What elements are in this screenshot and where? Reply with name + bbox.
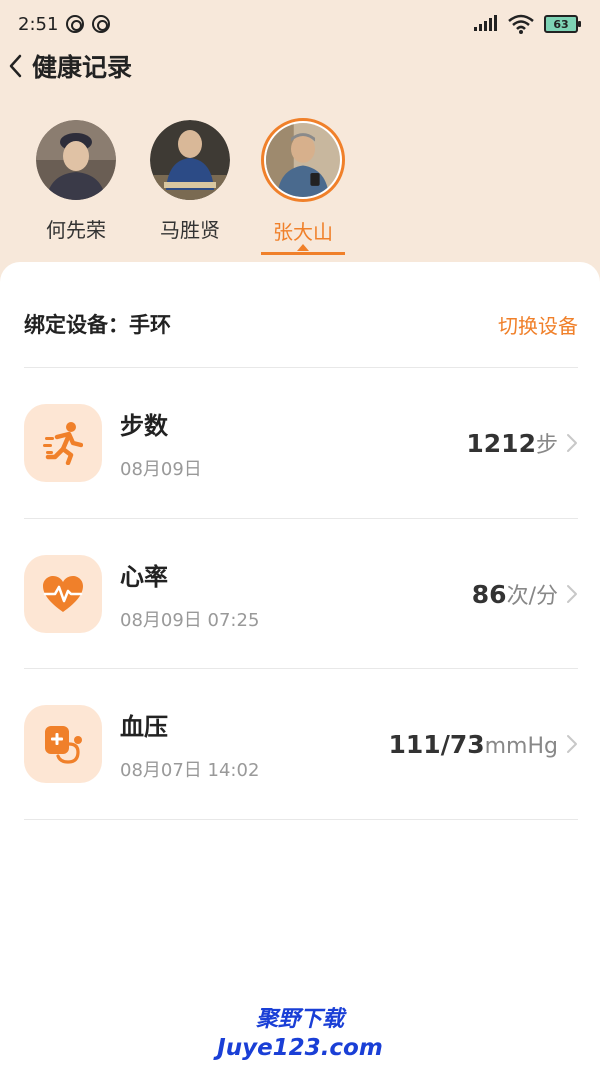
divider [24,367,578,368]
page-title: 健康记录 [32,53,133,82]
signal-icon [474,15,497,31]
divider [24,819,578,820]
member-name: 何先荣 [46,218,106,242]
chevron-right-icon [567,585,577,603]
active-tab-indicator [261,252,345,255]
metric-value: 1212 步 [466,427,558,459]
blood-pressure-icon [24,705,102,783]
metric-number: 1212 [466,429,536,458]
wifi-icon [508,14,534,34]
divider [24,518,578,519]
member-name: 马胜贤 [160,218,220,242]
battery-level: 63 [553,17,569,31]
health-card: 绑定设备：手环 切换设备 步数 08月09日 1212 步 心率 08月09日 … [0,262,600,1067]
watermark: 聚野下载 Juye123.com [0,1006,600,1062]
metric-date: 08月07日 14:02 [120,759,260,781]
heart-rate-icon [24,555,102,633]
metric-row-heart-rate[interactable]: 心率 08月09日 07:25 86 次/分 [24,539,578,649]
metric-name: 步数 [120,411,168,440]
member-tab-1[interactable]: 何先荣 [26,112,126,262]
status-bar: 2:51 63 [0,0,600,48]
watermark-line-1: 聚野下载 [255,1007,344,1032]
avatar [261,118,345,202]
avatar [36,120,116,200]
metric-value: 111/73 mmHg [389,730,558,759]
divider [24,668,578,669]
metric-unit: 次/分 [506,584,558,609]
active-tab-caret [297,244,309,251]
metric-date: 08月09日 07:25 [120,609,260,631]
device-row: 绑定设备：手环 切换设备 [24,302,578,346]
switch-device-button[interactable]: 切换设备 [498,310,578,339]
member-name: 张大山 [273,220,333,244]
member-selector: 何先荣 马胜贤 张大山 [0,112,600,262]
metric-number: 111/73 [388,729,485,759]
running-icon [24,404,102,482]
chevron-left-icon [9,54,22,78]
metric-unit: mmHg [484,733,558,759]
notification-icon [66,15,85,33]
status-time: 2:51 [18,13,59,35]
metric-date: 08月09日 [120,458,202,480]
battery-icon: 63 [544,15,581,33]
metric-name: 血压 [120,712,168,741]
metric-number: 86 [471,580,507,609]
back-button[interactable] [8,51,30,81]
nav-bar: 健康记录 [0,44,600,88]
metric-value: 86 次/分 [472,578,558,610]
watermark-line-2: Juye123.com [217,1035,383,1061]
bound-device-label: 绑定设备：手环 [24,313,171,337]
metric-row-blood-pressure[interactable]: 血压 08月07日 14:02 111/73 mmHg [24,689,578,799]
chevron-right-icon [567,735,577,753]
notification-icon-2 [92,15,111,33]
chevron-right-icon [567,434,577,452]
metric-name: 心率 [120,562,168,591]
metric-row-steps[interactable]: 步数 08月09日 1212 步 [24,388,578,498]
member-tab-3[interactable]: 张大山 [253,112,353,262]
metric-unit: 步 [535,433,558,458]
member-tab-2[interactable]: 马胜贤 [140,112,240,262]
avatar [150,120,230,200]
